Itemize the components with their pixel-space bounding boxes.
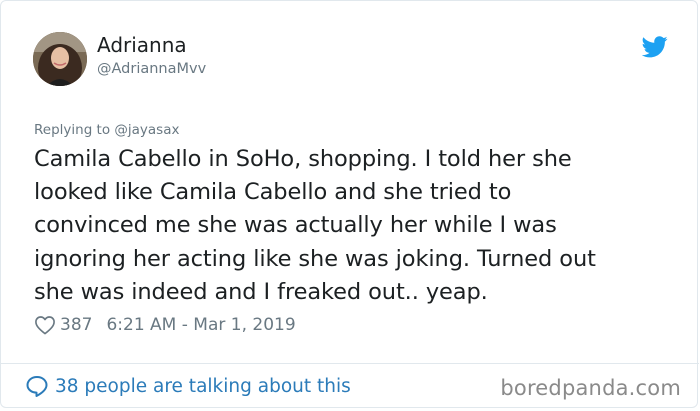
replying-to[interactable]: Replying to @jayasax xyxy=(34,121,179,139)
tweet-text-line: she was indeed and I freaked out.. yeap. xyxy=(34,278,488,305)
watermark: boredpanda.com xyxy=(500,376,681,400)
tweet-card: Adrianna @AdriannaMvv Replying to @jayas… xyxy=(0,0,699,408)
tweet-text-line: looked like Camila Cabello and she tried… xyxy=(34,179,512,206)
tweet-text-line: ignoring her acting like she was joking.… xyxy=(34,245,596,272)
avatar[interactable] xyxy=(33,32,87,86)
user-handle[interactable]: @AdriannaMvv xyxy=(97,60,206,78)
user-name[interactable]: Adrianna xyxy=(97,33,187,57)
tweet-text-line: convinced me she was actually her while … xyxy=(34,212,557,239)
tweet-timestamp[interactable]: 6:21 AM - Mar 1, 2019 xyxy=(106,315,295,335)
tweet-text: Camila Cabello in SoHo, shopping. I told… xyxy=(34,143,664,309)
tweet-text-line: Camila Cabello in SoHo, shopping. I told… xyxy=(34,146,572,172)
heart-icon[interactable] xyxy=(34,315,56,335)
speech-bubble-icon xyxy=(25,375,49,397)
twitter-bird-icon[interactable] xyxy=(641,36,668,58)
divider xyxy=(1,363,699,364)
discussion-label: 38 people are talking about this xyxy=(55,375,351,397)
tweet-meta: 387 6:21 AM - Mar 1, 2019 xyxy=(34,313,296,337)
like-count[interactable]: 387 xyxy=(60,315,92,335)
discussion-link[interactable]: 38 people are talking about this xyxy=(25,375,351,397)
